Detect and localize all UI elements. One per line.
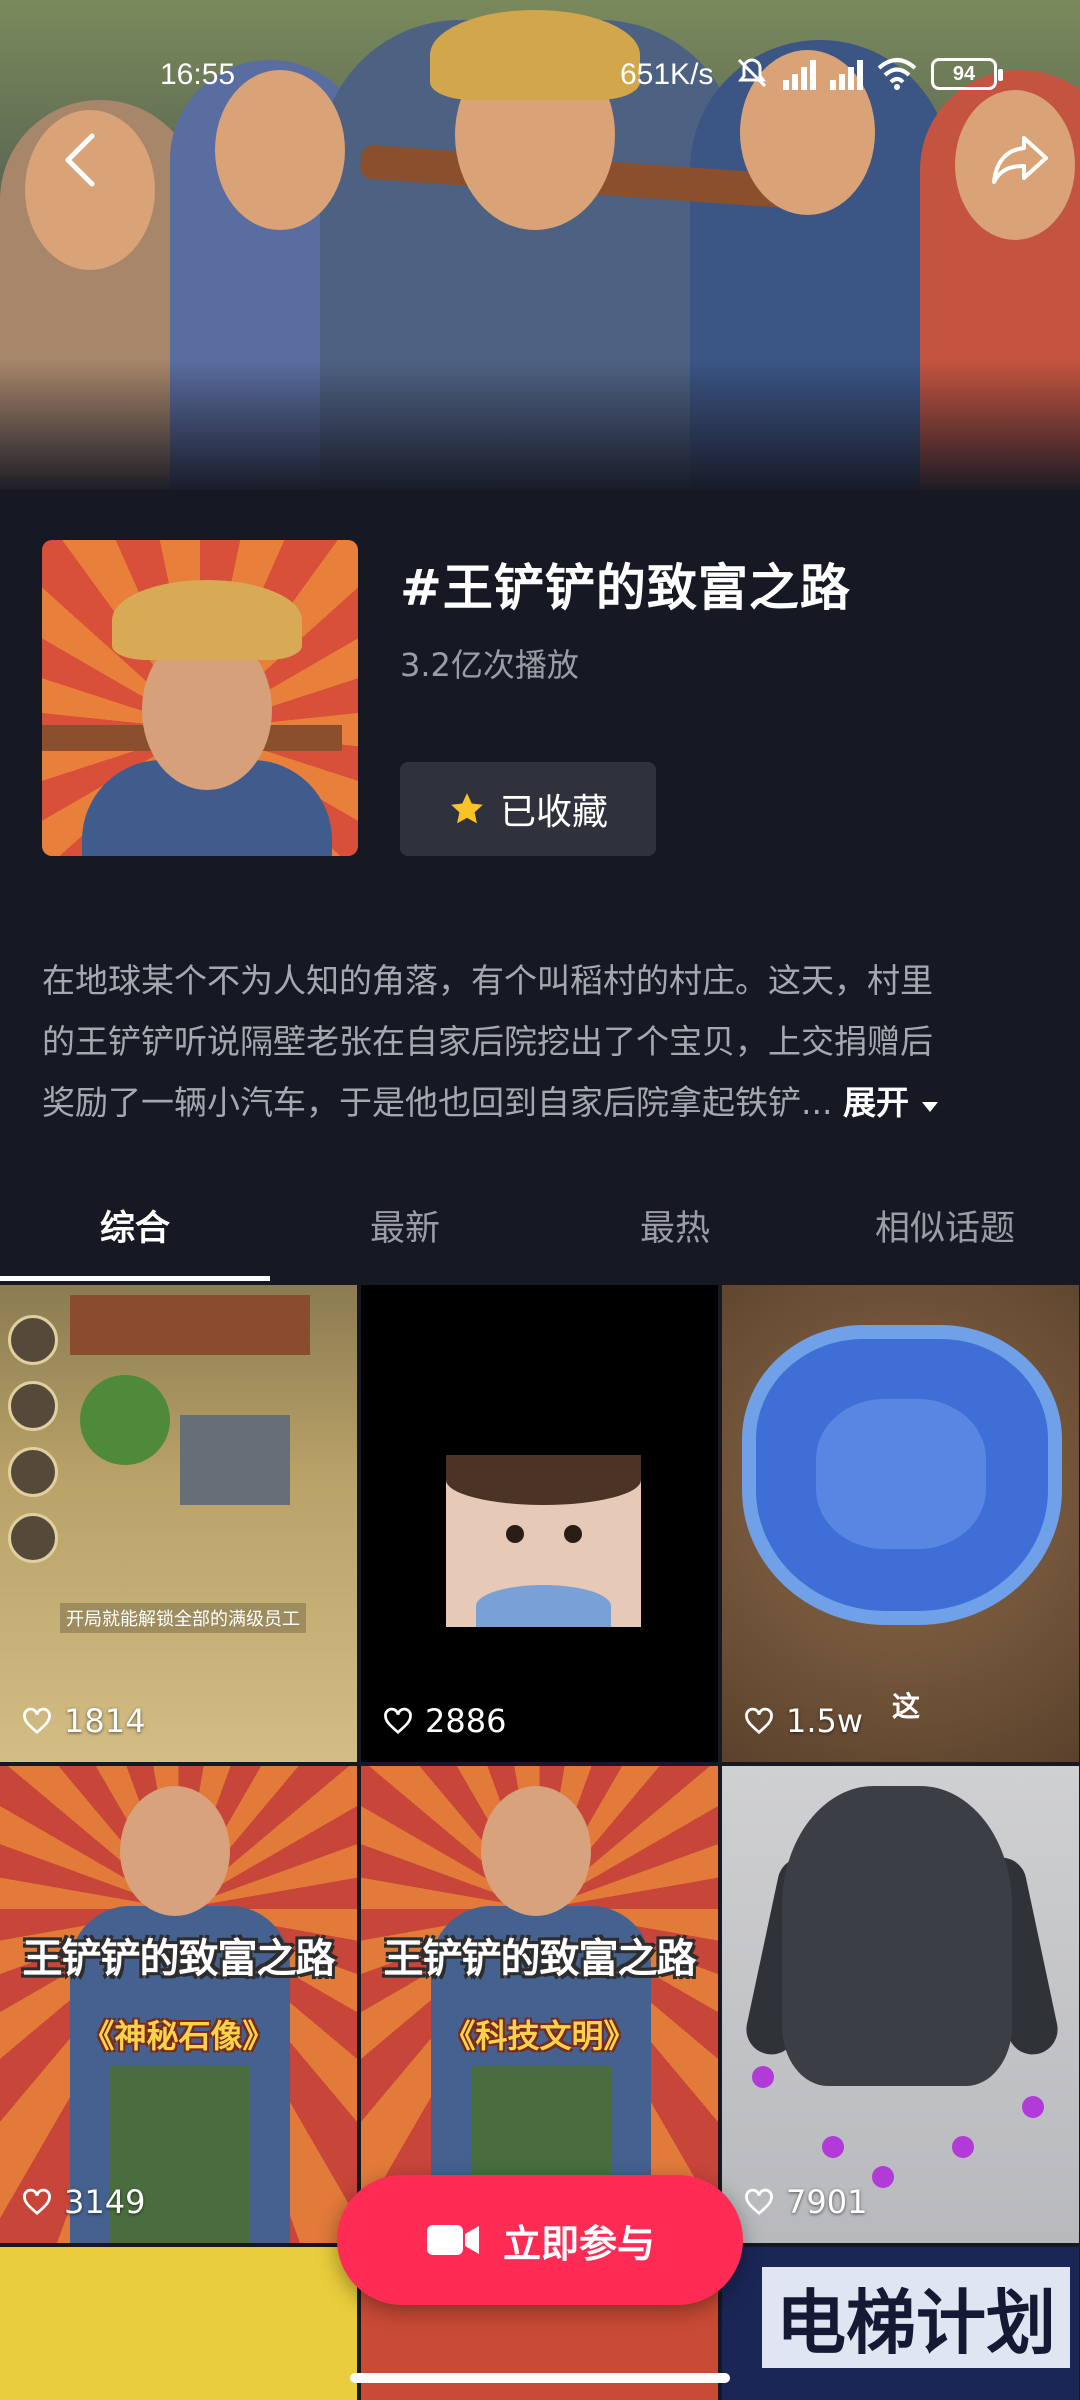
status-time: 16:55 — [160, 58, 236, 91]
poster-subtitle: 《神秘石像》 — [82, 2017, 275, 2055]
like-count: 7901 — [744, 2183, 867, 2221]
thumb-art — [822, 2136, 844, 2158]
signal-icon — [783, 56, 816, 90]
like-count: 2886 — [383, 1702, 506, 1740]
favorite-button[interactable]: 已收藏 — [400, 762, 656, 856]
chevron-down-icon — [922, 1102, 939, 1112]
status-bar: 16:55 651K/s 94 — [0, 50, 1080, 100]
thumb-art-hair — [446, 1455, 641, 1505]
description-line: 的王铲铲听说隔壁老张在自家后院挖出了个宝贝，上交捐赠后 — [42, 1022, 933, 1061]
wifi-icon — [877, 56, 917, 90]
tab-comprehensive[interactable]: 综合 — [0, 1185, 270, 1285]
like-count: 1.5w — [744, 1702, 863, 1740]
video-card[interactable]: 开局就能解锁全部的满级员工 1814 — [0, 1285, 357, 1762]
heart-icon — [745, 2188, 773, 2216]
description-line: 奖励了一辆小汽车，于是他也回到自家后院拿起铁铲... — [42, 1083, 833, 1122]
topic-play-count: 3.2亿次播放 — [400, 646, 579, 684]
poster-title: 王铲铲的致富之路 — [383, 1936, 697, 1982]
back-button[interactable] — [45, 125, 115, 195]
battery-icon: 94 — [931, 58, 1003, 90]
like-count-value: 1814 — [64, 1702, 146, 1740]
poster-title: 王铲铲的致富之路 — [22, 1936, 336, 1982]
expand-label: 展开 — [842, 1083, 909, 1122]
video-card[interactable]: 电梯计划 — [722, 2247, 1079, 2400]
heart-icon — [23, 1707, 51, 1735]
home-indicator[interactable] — [350, 2373, 730, 2383]
back-arrow-icon — [65, 133, 95, 187]
like-count: 1814 — [22, 1702, 145, 1740]
video-card[interactable]: 这 1.5w — [722, 1285, 1079, 1762]
video-card[interactable] — [0, 2247, 357, 2400]
heart-icon — [745, 1707, 773, 1735]
thumb-art — [8, 1315, 58, 1579]
like-count: 3149 — [22, 2183, 145, 2221]
tab-hottest[interactable]: 最热 — [540, 1185, 810, 1285]
video-caption: 开局就能解锁全部的满级员工 — [60, 1603, 306, 1633]
video-card[interactable]: 7901 — [722, 1766, 1079, 2243]
status-icons: 94 — [735, 56, 1003, 90]
thumb-art — [872, 2166, 894, 2188]
description-line: 在地球某个不为人知的角落，有个叫稻村的村庄。这天，村里 — [42, 961, 933, 1000]
thumb-art — [70, 1295, 310, 1355]
thumb-art — [120, 1786, 230, 1916]
thumb-art — [782, 1786, 1012, 2086]
thumb-art — [481, 1786, 591, 1916]
join-label: 立即参与 — [502, 2221, 655, 2266]
favorite-label: 已收藏 — [499, 792, 608, 833]
thumb-art — [742, 1325, 1062, 1625]
expand-link[interactable]: 展开 — [843, 1083, 941, 1122]
thumb-art — [752, 2066, 774, 2088]
thumb-art-eye — [506, 1525, 524, 1543]
like-count-value: 3149 — [64, 2183, 146, 2221]
like-count-value: 1.5w — [786, 1702, 864, 1740]
star-icon — [451, 793, 483, 824]
video-camera-icon — [426, 2225, 479, 2255]
video-card[interactable]: 王铲铲的致富之路 《科技文明》 — [361, 1766, 718, 2243]
mute-icon — [737, 58, 767, 88]
banner-gradient — [0, 360, 1080, 490]
video-card[interactable]: 2886 — [361, 1285, 718, 1762]
cover-figure-hat — [112, 580, 302, 660]
join-button[interactable]: 立即参与 — [337, 2175, 743, 2305]
share-button[interactable] — [985, 125, 1055, 195]
topic-description: 在地球某个不为人知的角落，有个叫稻村的村庄。这天，村里 的王铲铲听说隔壁老张在自… — [42, 950, 1042, 1133]
thumb-art — [952, 2136, 974, 2158]
thumb-art-shirt — [476, 1585, 611, 1627]
thumb-art-eye — [564, 1525, 582, 1543]
thumb-art — [180, 1415, 290, 1505]
topic-title: #王铲铲的致富之路 — [400, 559, 851, 617]
tab-similar-topics[interactable]: 相似话题 — [810, 1185, 1080, 1285]
like-count-value: 2886 — [425, 1702, 507, 1740]
video-overlay-text: 这 — [892, 1690, 921, 1723]
video-overlay-text: 电梯计划 — [762, 2267, 1070, 2368]
thumb-art-inner — [816, 1399, 986, 1549]
like-count-value: 7901 — [786, 2183, 868, 2221]
topic-cover-image — [42, 540, 358, 856]
thumb-art — [1022, 2096, 1044, 2118]
status-net-speed: 651K/s — [620, 58, 714, 91]
description-last-line: 奖励了一辆小汽车，于是他也回到自家后院拿起铁铲... 展开 — [42, 1072, 1042, 1133]
video-card[interactable]: 王铲铲的致富之路 《神秘石像》 3149 — [0, 1766, 357, 2243]
tab-bar: 综合 最新 最热 相似话题 — [0, 1185, 1080, 1285]
signal-icon — [830, 56, 863, 90]
heart-icon — [384, 1707, 412, 1735]
heart-icon — [23, 2188, 51, 2216]
thumb-art — [80, 1375, 170, 1465]
tab-latest[interactable]: 最新 — [270, 1185, 540, 1285]
thumb-art — [446, 1455, 641, 1627]
poster-subtitle: 《科技文明》 — [443, 2017, 636, 2055]
share-icon — [992, 136, 1048, 184]
